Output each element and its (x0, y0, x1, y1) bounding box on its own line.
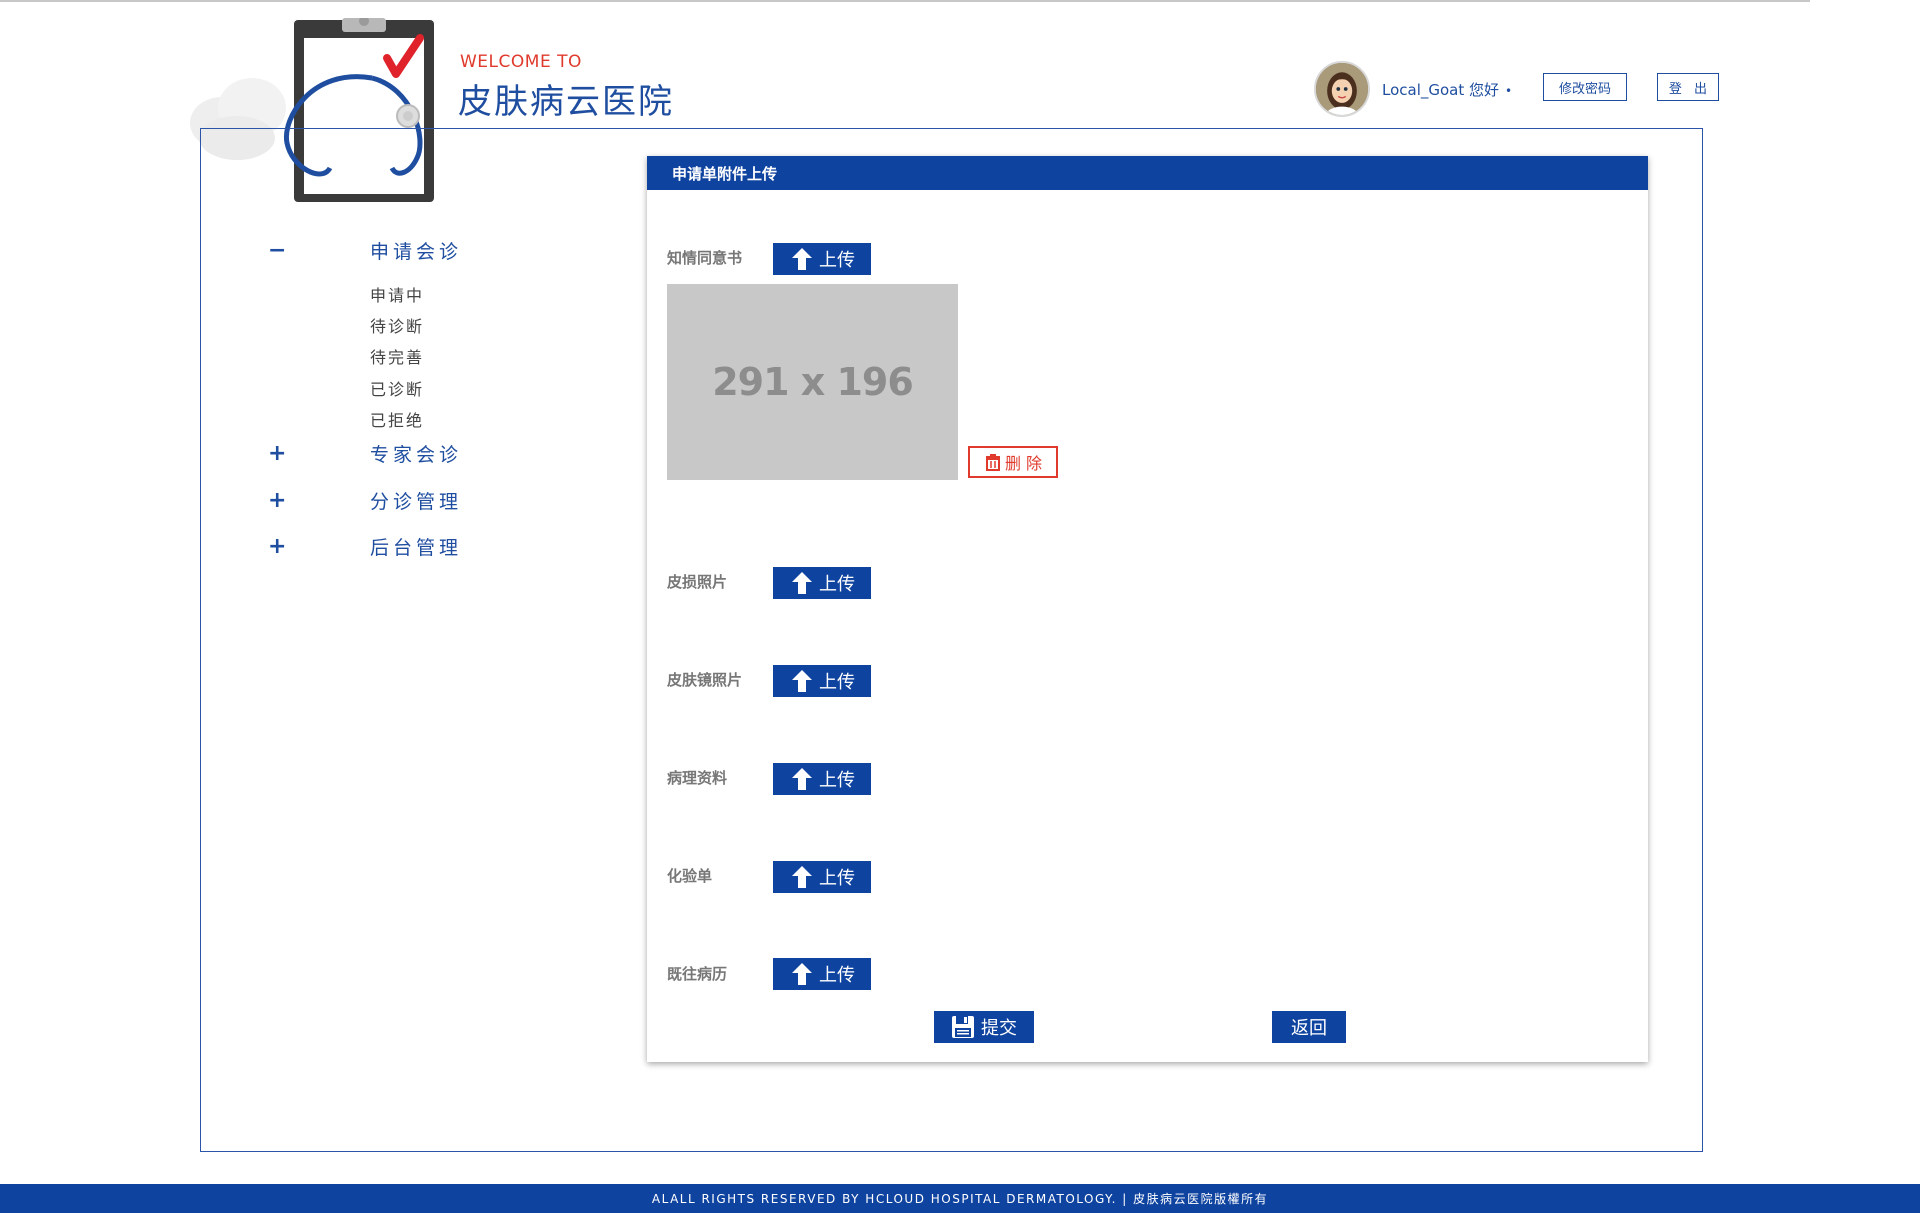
sidebar-item-pending-diagnosis[interactable]: 待诊断 (370, 313, 424, 337)
upload-button-label: 上传 (819, 250, 855, 271)
delete-button[interactable]: 删 除 (968, 446, 1058, 478)
image-placeholder: 291 x 196 (667, 284, 958, 480)
sidebar-item-applying[interactable]: 申请中 (370, 282, 424, 306)
save-disk-icon (952, 1016, 974, 1038)
expand-icon[interactable]: + (268, 534, 288, 559)
upload-arrow-icon (792, 248, 812, 270)
upload-arrow-icon (792, 963, 812, 985)
upload-button-label: 上传 (819, 965, 855, 986)
row-label-pathology: 病理资料 (667, 769, 728, 787)
upload-button-consent[interactable]: 上传 (773, 243, 871, 275)
back-button[interactable]: 返回 (1272, 1011, 1346, 1043)
panel-title: 申请单附件上传 (647, 156, 1648, 190)
row-label-lesion-photo: 皮损照片 (667, 573, 728, 591)
submit-button[interactable]: 提交 (934, 1011, 1034, 1043)
row-label-consent: 知情同意书 (667, 249, 743, 267)
user-greeting: Local_Goat 您好 • (1382, 79, 1512, 100)
menu-title-admin[interactable]: 后台管理 (370, 533, 462, 560)
expand-icon[interactable]: + (268, 441, 288, 466)
sidebar-item-diagnosed[interactable]: 已诊断 (370, 376, 424, 400)
user-greeting-text: Local_Goat 您好 (1382, 81, 1500, 99)
upload-arrow-icon (792, 670, 812, 692)
upload-button-lab-report[interactable]: 上传 (773, 861, 871, 893)
upload-button-label: 上传 (819, 770, 855, 791)
trash-icon (985, 454, 1000, 471)
row-label-lab-report: 化验单 (667, 867, 713, 885)
change-password-button[interactable]: 修改密码 (1543, 73, 1627, 101)
delete-button-label: 删 除 (1004, 454, 1043, 473)
page: WELCOME TO 皮肤病云医院 Local_Goat 您好 • 修改密码 登 … (0, 0, 1920, 1213)
upload-button-label: 上传 (819, 868, 855, 889)
upload-button-lesion-photo[interactable]: 上传 (773, 567, 871, 599)
upload-button-label: 上传 (819, 672, 855, 693)
row-label-dermoscopy: 皮肤镜照片 (667, 671, 743, 689)
upload-button-medical-history[interactable]: 上传 (773, 958, 871, 990)
expand-icon[interactable]: + (268, 488, 288, 513)
footer-copyright: ALALL RIGHTS RESERVED BY HCLOUD HOSPITAL… (0, 1184, 1920, 1213)
row-label-medical-history: 既往病历 (667, 965, 728, 983)
menu-title-apply[interactable]: 申请会诊 (370, 237, 462, 264)
submit-button-label: 提交 (981, 1018, 1017, 1039)
welcome-text: WELCOME TO (460, 52, 582, 72)
logout-button[interactable]: 登 出 (1657, 73, 1719, 101)
sidebar-item-to-complete[interactable]: 待完善 (370, 344, 424, 368)
greeting-dot: • (1505, 84, 1513, 98)
brand-title: 皮肤病云医院 (458, 82, 674, 122)
upload-button-dermoscopy[interactable]: 上传 (773, 665, 871, 697)
upload-arrow-icon (792, 572, 812, 594)
top-divider (0, 0, 1810, 2)
avatar (1314, 61, 1370, 117)
upload-panel: 申请单附件上传 知情同意书 上传 291 x 196 删 除 皮损照片 上传 皮… (647, 156, 1648, 1062)
upload-arrow-icon (792, 866, 812, 888)
upload-button-label: 上传 (819, 574, 855, 595)
upload-button-pathology[interactable]: 上传 (773, 763, 871, 795)
upload-arrow-icon (792, 768, 812, 790)
collapse-icon[interactable]: − (268, 238, 288, 263)
sidebar-item-rejected[interactable]: 已拒绝 (370, 407, 424, 431)
menu-title-expert[interactable]: 专家会诊 (370, 440, 462, 467)
menu-title-triage[interactable]: 分诊管理 (370, 487, 462, 514)
